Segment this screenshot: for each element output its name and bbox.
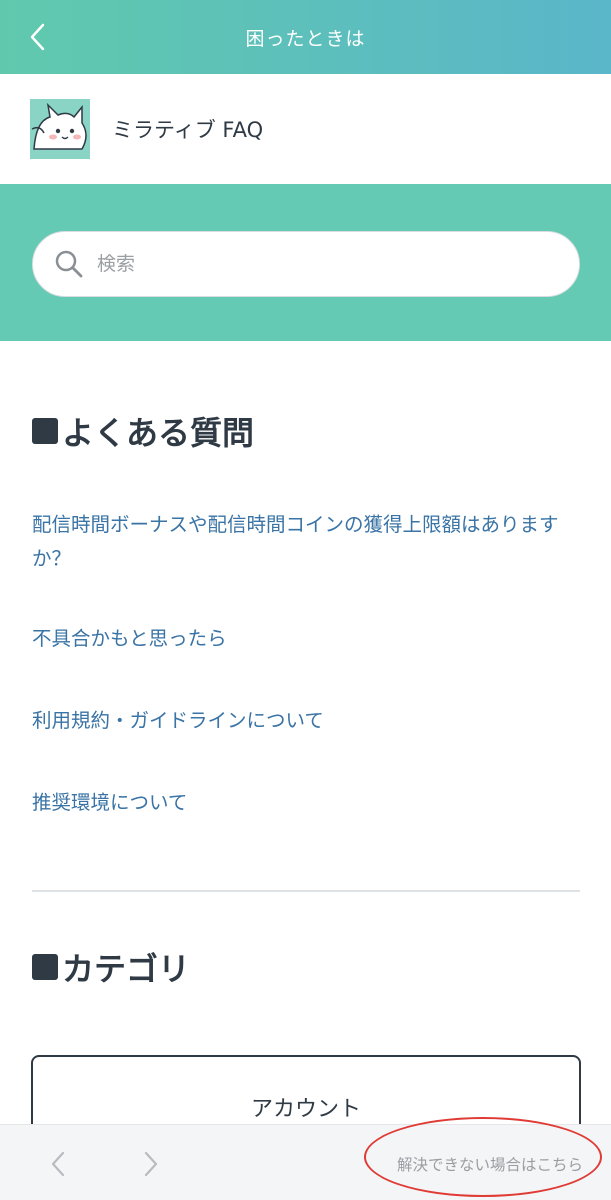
square-bullet-icon bbox=[32, 418, 58, 444]
search-icon bbox=[53, 248, 85, 280]
search-input[interactable] bbox=[97, 253, 537, 275]
contact-support-link[interactable]: 解決できない場合はこちら bbox=[397, 1153, 583, 1175]
section-divider bbox=[32, 890, 580, 892]
category-section-title: カテゴリ bbox=[32, 944, 190, 990]
faq-link-terms[interactable]: 利用規約・ガイドラインについて bbox=[32, 704, 592, 738]
square-bullet-icon bbox=[32, 954, 58, 980]
cat-mascot-logo bbox=[30, 99, 90, 159]
top-header: 困ったときは bbox=[0, 0, 611, 74]
chevron-left-icon bbox=[30, 23, 45, 51]
chevron-right-icon bbox=[144, 1151, 158, 1177]
faq-link-bug[interactable]: 不具合かもと思ったら bbox=[32, 622, 592, 656]
nav-forward-button[interactable] bbox=[143, 1151, 159, 1181]
brand-row: ミラティブ FAQ bbox=[0, 74, 611, 184]
page-title: 困ったときは bbox=[245, 27, 366, 50]
nav-back-button[interactable] bbox=[50, 1151, 66, 1181]
search-band bbox=[0, 184, 611, 341]
faq-link-bonus-limit[interactable]: 配信時間ボーナスや配信時間コインの獲得上限額はありますか？ bbox=[32, 508, 592, 576]
search-box[interactable] bbox=[32, 231, 580, 297]
brand-name: ミラティブ FAQ bbox=[112, 118, 264, 142]
faq-link-environment[interactable]: 推奨環境について bbox=[32, 786, 592, 820]
back-button[interactable] bbox=[22, 22, 52, 52]
category-title-text: カテゴリ bbox=[62, 950, 191, 988]
bottom-nav-bar: 解決できない場合はこちら bbox=[0, 1124, 611, 1200]
faq-title-text: よくある質問 bbox=[62, 414, 255, 452]
faq-section-title: よくある質問 bbox=[32, 408, 254, 454]
chevron-left-icon bbox=[51, 1151, 65, 1177]
